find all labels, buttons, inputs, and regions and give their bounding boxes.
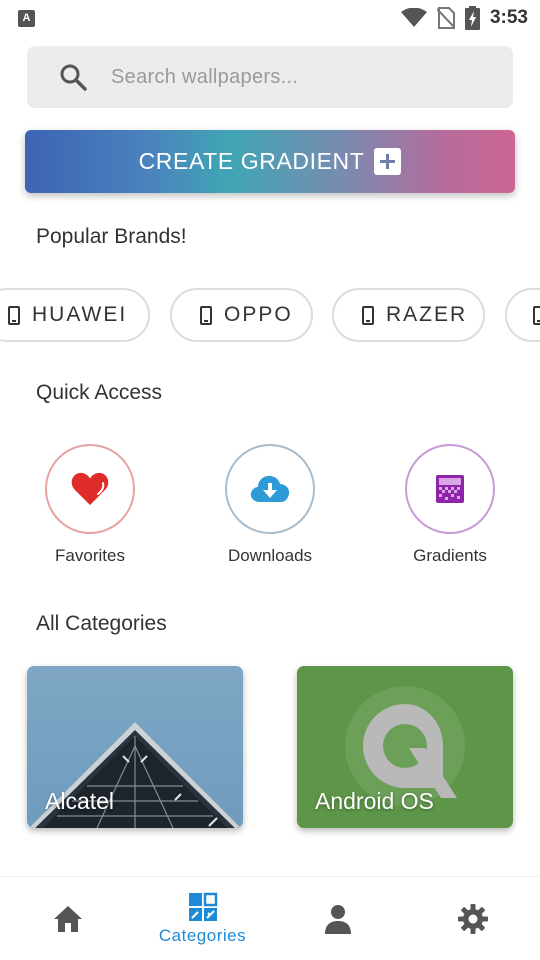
battery-charging-icon xyxy=(464,6,480,30)
popular-brands-title: Popular Brands! xyxy=(36,225,187,248)
plus-box-icon xyxy=(374,148,402,175)
heart-icon xyxy=(71,472,109,505)
favorites-label: Favorites xyxy=(55,546,125,565)
nav-profile[interactable] xyxy=(270,877,405,960)
status-bar: A 3:53 xyxy=(0,0,540,36)
nav-home[interactable] xyxy=(0,877,135,960)
all-categories-title: All Categories xyxy=(36,612,167,635)
search-input[interactable] xyxy=(111,46,491,108)
brand-chip-partial[interactable] xyxy=(505,288,540,342)
quick-access-downloads[interactable]: Downloads xyxy=(180,444,360,566)
status-icons: 3:53 xyxy=(400,6,528,30)
downloads-circle[interactable] xyxy=(225,444,315,534)
brand-chip-label: RAZER xyxy=(386,303,468,326)
phone-icon xyxy=(8,305,20,325)
brand-chip-huawei[interactable]: HUAWEI xyxy=(0,288,150,342)
profile-icon xyxy=(324,905,351,934)
phone-icon xyxy=(362,305,374,325)
nav-categories-label: Categories xyxy=(158,926,247,945)
downloads-label: Downloads xyxy=(227,546,313,565)
category-label: Android OS xyxy=(315,788,434,814)
favorites-circle[interactable] xyxy=(45,444,135,534)
phone-icon xyxy=(533,305,540,325)
wifi-icon xyxy=(400,8,427,27)
nav-settings[interactable] xyxy=(405,877,540,960)
gradients-circle[interactable] xyxy=(405,444,495,534)
home-icon xyxy=(53,906,82,932)
brand-chip-label: OPPO xyxy=(224,303,293,326)
app-notification-icon: A xyxy=(18,10,35,27)
brand-chip-oppo[interactable]: OPPO xyxy=(170,288,313,342)
quick-access-favorites[interactable]: Favorites xyxy=(0,444,180,566)
gradients-label: Gradients xyxy=(413,546,487,565)
settings-gear-icon xyxy=(457,904,488,934)
cloud-download-icon xyxy=(250,475,290,502)
create-gradient-label: CREATE GRADIENT xyxy=(138,148,365,174)
phone-icon xyxy=(200,305,212,325)
category-label: Alcatel xyxy=(45,788,115,814)
nav-categories[interactable]: Categories xyxy=(135,877,270,960)
create-gradient-button[interactable]: CREATE GRADIENT xyxy=(25,130,515,193)
bottom-navigation: Categories xyxy=(0,876,540,960)
category-card-alcatel[interactable]: Alcatel xyxy=(27,666,243,828)
quick-access-gradients[interactable]: Gradients xyxy=(360,444,540,566)
brand-carousel[interactable]: HUAWEI OPPO RAZER xyxy=(0,288,540,342)
quick-access-title: Quick Access xyxy=(36,381,163,404)
clock: 3:53 xyxy=(489,7,528,28)
no-sim-icon xyxy=(436,7,455,29)
category-card-android-os[interactable]: Android OS xyxy=(297,666,513,828)
search-icon xyxy=(60,64,87,91)
brand-chip-label: HUAWEI xyxy=(32,303,128,326)
brand-chip-razer[interactable]: RAZER xyxy=(332,288,485,342)
gradient-icon xyxy=(436,475,464,503)
search-bar[interactable] xyxy=(27,46,513,108)
categories-icon xyxy=(188,892,217,921)
